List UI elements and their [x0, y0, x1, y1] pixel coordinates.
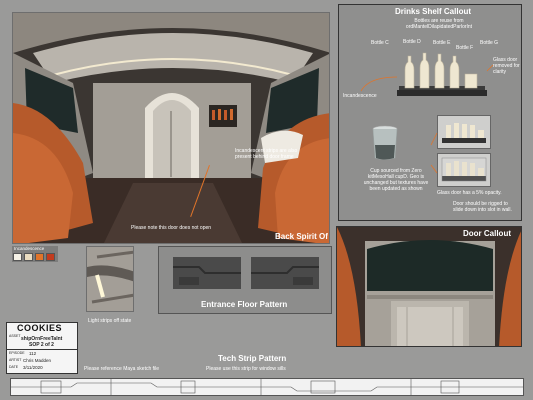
- incandescence-legend-label: Incandescence: [14, 246, 45, 251]
- swatch-white: [13, 253, 22, 261]
- door-callout-render: Door Callout: [336, 226, 522, 347]
- light-strips-render: [86, 246, 134, 312]
- drinks-shelf-subtitle: Bottles are reuse from ordMantelDilapida…: [405, 18, 473, 30]
- incandescent-note: Incandescent strips are also present beh…: [235, 148, 298, 160]
- glass-door-note: Glass door removed for clarity: [493, 57, 520, 75]
- date-value: 3/11/2020: [23, 365, 43, 370]
- shelf-glass-illustration: [441, 157, 487, 182]
- maya-note: Please reference Maya sketch file: [84, 366, 160, 372]
- light-strips-caption: Light strips off state: [88, 318, 132, 324]
- shelf-render-glass: [437, 153, 491, 187]
- shelf-render-open: [437, 115, 491, 149]
- asset-label: ASSET: [9, 334, 21, 338]
- incandescence-legend: Incandescence: [12, 246, 58, 262]
- tech-strip-note: Please use this strip for window sills: [206, 366, 286, 372]
- main-interior-render: Incandescent strips are also present beh…: [12, 12, 330, 244]
- shelf-open-illustration: [442, 123, 486, 143]
- sop-value: SOP 2 of 2: [29, 342, 54, 348]
- floor-pattern-illustration: [173, 257, 319, 289]
- bottle-label-e: Bottle E: [433, 40, 451, 46]
- rig-note: Door should be rigged to slide down into…: [453, 201, 512, 213]
- tech-strip-illustration: [11, 379, 523, 395]
- door-callout-illustration: [337, 227, 521, 346]
- entrance-floor-title: Entrance Floor Pattern: [201, 300, 288, 309]
- swatch-cream: [24, 253, 33, 261]
- tech-strip-pattern: [10, 378, 524, 396]
- door-callout-title: Door Callout: [463, 229, 511, 238]
- date-label: DATE: [9, 365, 19, 369]
- bottle-shelf-illustration: [397, 52, 487, 96]
- main-view-title: Back Spirit Of: [275, 232, 328, 241]
- swatch-orange: [35, 253, 44, 261]
- bottle-label-g: Bottle G: [480, 40, 499, 46]
- light-strips-illustration: [87, 247, 133, 311]
- swatch-red: [46, 253, 55, 261]
- incandescence-label: Incandescence: [343, 93, 377, 99]
- info-divider: [7, 349, 77, 350]
- episode-label: EPISODE: [9, 351, 25, 355]
- episode-value: 112: [29, 351, 37, 356]
- cup-note: Cup sourced from Zero kitMesoHall cupD. …: [363, 168, 429, 192]
- interior-illustration: [13, 13, 329, 243]
- artist-value: Chris Madden: [23, 358, 52, 363]
- glass-cup-illustration: [372, 125, 398, 160]
- opacity-note: Glass door has a 5% opacity.: [437, 190, 502, 196]
- bottle-label-c: Bottle C: [371, 40, 389, 46]
- entrance-floor-panel: Entrance Floor Pattern: [158, 246, 332, 314]
- door-note: Please note this door does not open: [131, 225, 212, 231]
- artist-label: ARTIST: [9, 358, 22, 362]
- info-block: COOKIES ASSET shipOrnFreeTaInt SOP 2 of …: [6, 322, 78, 374]
- tech-strip-title: Tech Strip Pattern: [218, 354, 287, 363]
- bottle-label-d: Bottle D: [403, 39, 421, 45]
- drinks-shelf-callout: Drinks Shelf Callout Bottles are reuse f…: [338, 4, 522, 221]
- drinks-shelf-title: Drinks Shelf Callout: [395, 7, 472, 16]
- studio-logo: COOKIES: [17, 323, 63, 333]
